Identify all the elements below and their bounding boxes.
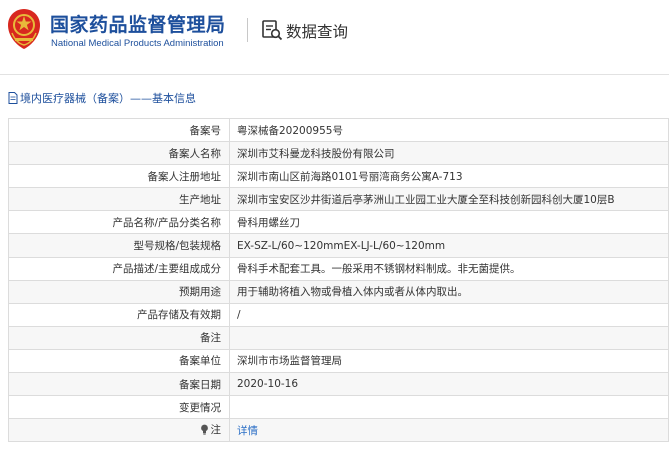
table-row: 产品名称/产品分类名称 骨科用螺丝刀 bbox=[8, 210, 669, 235]
row-value: 深圳市南山区前海路0101号丽湾商务公寓A-713 bbox=[229, 164, 669, 189]
national-emblem-icon bbox=[8, 9, 40, 49]
brand-title-en: National Medical Products Administration bbox=[51, 38, 224, 49]
brand-title-cn: 国家药品监督管理局 bbox=[50, 14, 226, 36]
row-value: 2020-10-16 bbox=[229, 372, 669, 397]
table-row: 变更情况 bbox=[8, 395, 669, 420]
table-row: 注 详情 bbox=[8, 418, 669, 443]
row-value: 用于辅助将植入物或骨植入体内或者从体内取出。 bbox=[229, 279, 669, 304]
row-value bbox=[229, 325, 669, 350]
lightbulb-icon bbox=[200, 424, 208, 435]
site-header: 国家药品监督管理局 National Medical Products Admi… bbox=[0, 0, 669, 62]
header-divider bbox=[247, 18, 248, 42]
row-value: 粤深械备20200955号 bbox=[229, 117, 669, 143]
breadcrumb: 境内医疗器械（备案）——基本信息 bbox=[8, 90, 196, 106]
table-row: 预期用途 用于辅助将植入物或骨植入体内或者从体内取出。 bbox=[8, 279, 669, 304]
row-label: 变更情况 bbox=[8, 395, 230, 420]
record-detail-table: 备案号 粤深械备20200955号 备案人名称 深圳市艾科曼龙科技股份有限公司 … bbox=[8, 117, 669, 443]
breadcrumb-text: 境内医疗器械（备案）——基本信息 bbox=[20, 92, 196, 105]
row-label: 备案单位 bbox=[8, 348, 230, 374]
table-row: 产品描述/主要组成成分 骨科手术配套工具。一般采用不锈钢材料制成。非无菌提供。 bbox=[8, 256, 669, 281]
row-label: 产品描述/主要组成成分 bbox=[8, 256, 230, 281]
row-value: 深圳市艾科曼龙科技股份有限公司 bbox=[229, 141, 669, 166]
table-row: 备案人注册地址 深圳市南山区前海路0101号丽湾商务公寓A-713 bbox=[8, 164, 669, 189]
row-label: 备案日期 bbox=[8, 372, 230, 397]
table-row: 型号规格/包装规格 EX-SZ-L/60~120mmEX-LJ-L/60~120… bbox=[8, 233, 669, 258]
row-label: 产品存储及有效期 bbox=[8, 302, 230, 327]
table-row: 备注 bbox=[8, 325, 669, 350]
header-bottom-border bbox=[0, 74, 669, 75]
search-document-icon[interactable] bbox=[261, 19, 283, 41]
table-row: 生产地址 深圳市宝安区沙井街道后亭茅洲山工业园工业大厦全至科技创新园科创大厦10… bbox=[8, 187, 669, 212]
row-label: 预期用途 bbox=[8, 279, 230, 304]
row-label: 备案人名称 bbox=[8, 141, 230, 166]
row-label: 注 bbox=[210, 424, 222, 437]
row-label: 备注 bbox=[8, 325, 230, 350]
row-value: 骨科手术配套工具。一般采用不锈钢材料制成。非无菌提供。 bbox=[229, 256, 669, 281]
table-row: 产品存储及有效期 / bbox=[8, 302, 669, 327]
details-link[interactable]: 详情 bbox=[237, 425, 258, 437]
row-value: 骨科用螺丝刀 bbox=[229, 210, 669, 235]
table-row: 备案日期 2020-10-16 bbox=[8, 372, 669, 397]
row-label: 型号规格/包装规格 bbox=[8, 233, 230, 258]
row-value: 详情 bbox=[229, 418, 669, 443]
data-query-link[interactable]: 数据查询 bbox=[286, 20, 348, 42]
row-label: 生产地址 bbox=[8, 187, 230, 212]
row-label: 产品名称/产品分类名称 bbox=[8, 210, 230, 235]
row-value: 深圳市宝安区沙井街道后亭茅洲山工业园工业大厦全至科技创新园科创大厦10层B bbox=[229, 187, 669, 212]
row-label: 备案人注册地址 bbox=[8, 164, 230, 189]
row-label: 备案号 bbox=[8, 117, 230, 143]
row-value: / bbox=[229, 302, 669, 327]
table-row: 备案人名称 深圳市艾科曼龙科技股份有限公司 bbox=[8, 141, 669, 166]
row-value: EX-SZ-L/60~120mmEX-LJ-L/60~120mm bbox=[229, 233, 669, 258]
row-label-note: 注 bbox=[8, 418, 230, 443]
document-icon bbox=[8, 92, 18, 104]
table-row: 备案单位 深圳市市场监督管理局 bbox=[8, 348, 669, 374]
table-row: 备案号 粤深械备20200955号 bbox=[8, 117, 669, 143]
row-value bbox=[229, 395, 669, 420]
row-value: 深圳市市场监督管理局 bbox=[229, 348, 669, 374]
